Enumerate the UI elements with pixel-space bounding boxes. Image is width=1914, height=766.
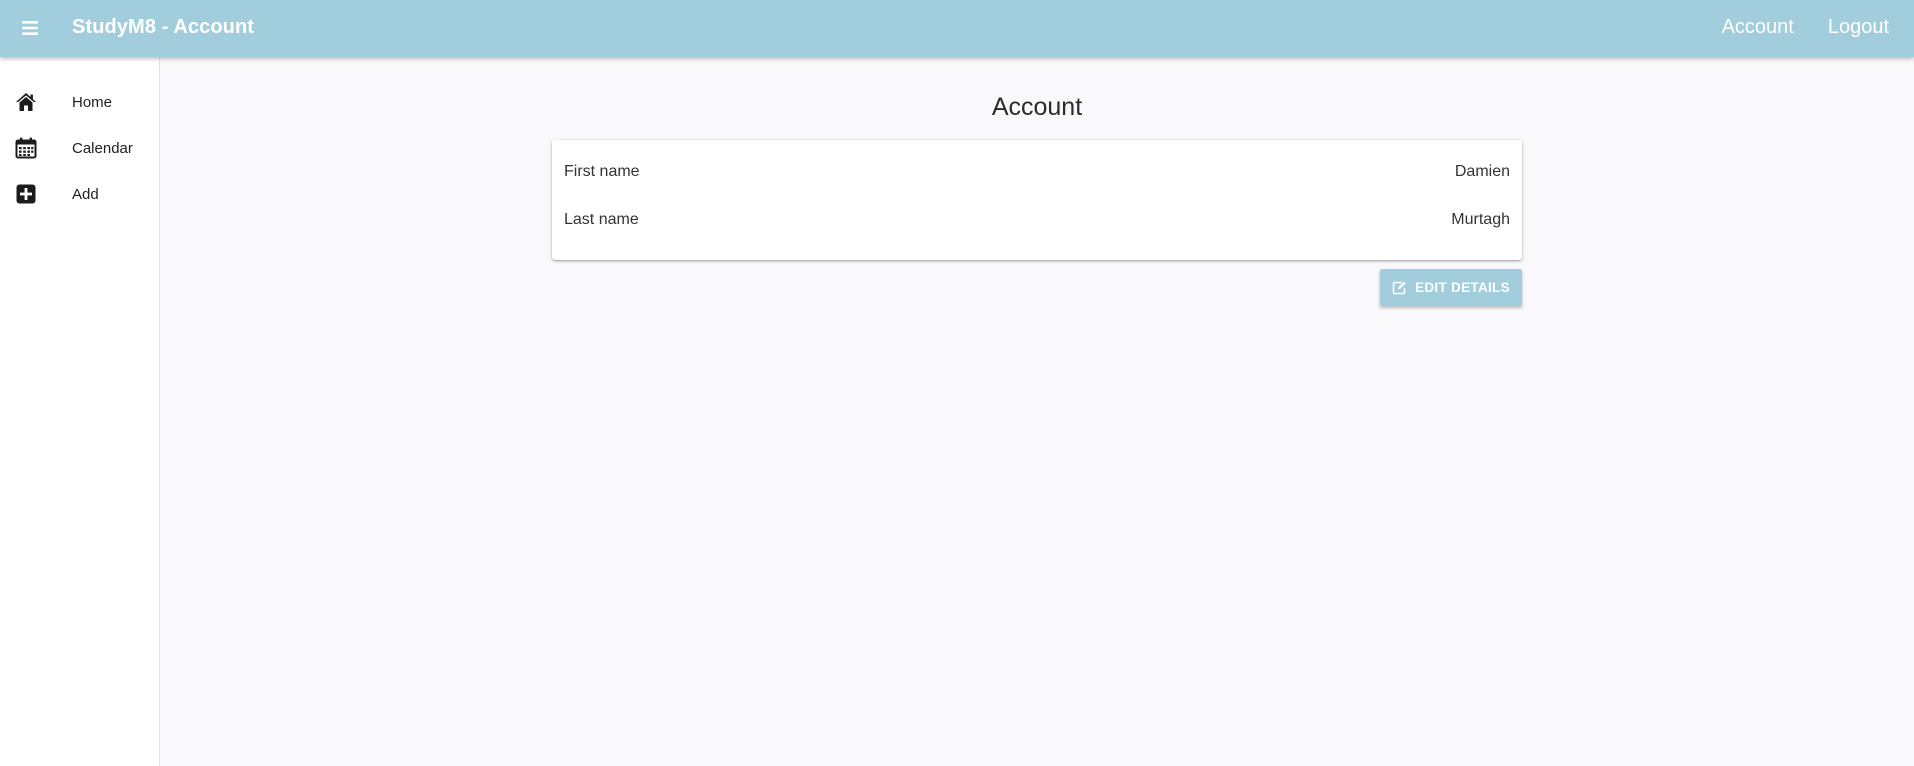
nav-logout-link[interactable]: Logout [1828, 16, 1889, 39]
home-icon [15, 91, 37, 113]
main-content: Account First name Damien Last name Murt… [160, 57, 1914, 766]
sidebar-item-calendar[interactable]: Calendar [0, 125, 159, 171]
edit-details-label: EDIT DETAILS [1415, 280, 1510, 295]
account-details-card: First name Damien Last name Murtagh [552, 140, 1522, 260]
sidebar-item-label: Home [72, 93, 113, 111]
plus-square-icon [15, 183, 37, 205]
top-nav: Account Logout [1722, 16, 1889, 39]
edit-icon [1392, 281, 1406, 295]
last-name-label: Last name [564, 211, 639, 228]
edit-details-button[interactable]: EDIT DETAILS [1380, 269, 1522, 306]
sidebar: Home Calendar Add [0, 57, 160, 766]
first-name-row: First name Damien [564, 160, 1510, 184]
sidebar-item-label: Calendar [72, 139, 133, 157]
page-title: Account [991, 93, 1083, 121]
sidebar-item-home[interactable]: Home [0, 79, 159, 125]
calendar-icon [15, 137, 37, 159]
nav-account-link[interactable]: Account [1722, 16, 1794, 39]
hamburger-menu-icon[interactable] [20, 18, 42, 38]
first-name-value: Damien [1454, 163, 1510, 180]
last-name-row: Last name Murtagh [564, 208, 1510, 232]
app-title: StudyM8 - Account [72, 16, 255, 38]
last-name-value: Murtagh [1451, 211, 1510, 228]
sidebar-item-label: Add [72, 185, 99, 203]
first-name-label: First name [564, 163, 640, 180]
sidebar-item-add[interactable]: Add [0, 171, 159, 217]
top-app-bar: StudyM8 - Account Account Logout [0, 0, 1914, 57]
